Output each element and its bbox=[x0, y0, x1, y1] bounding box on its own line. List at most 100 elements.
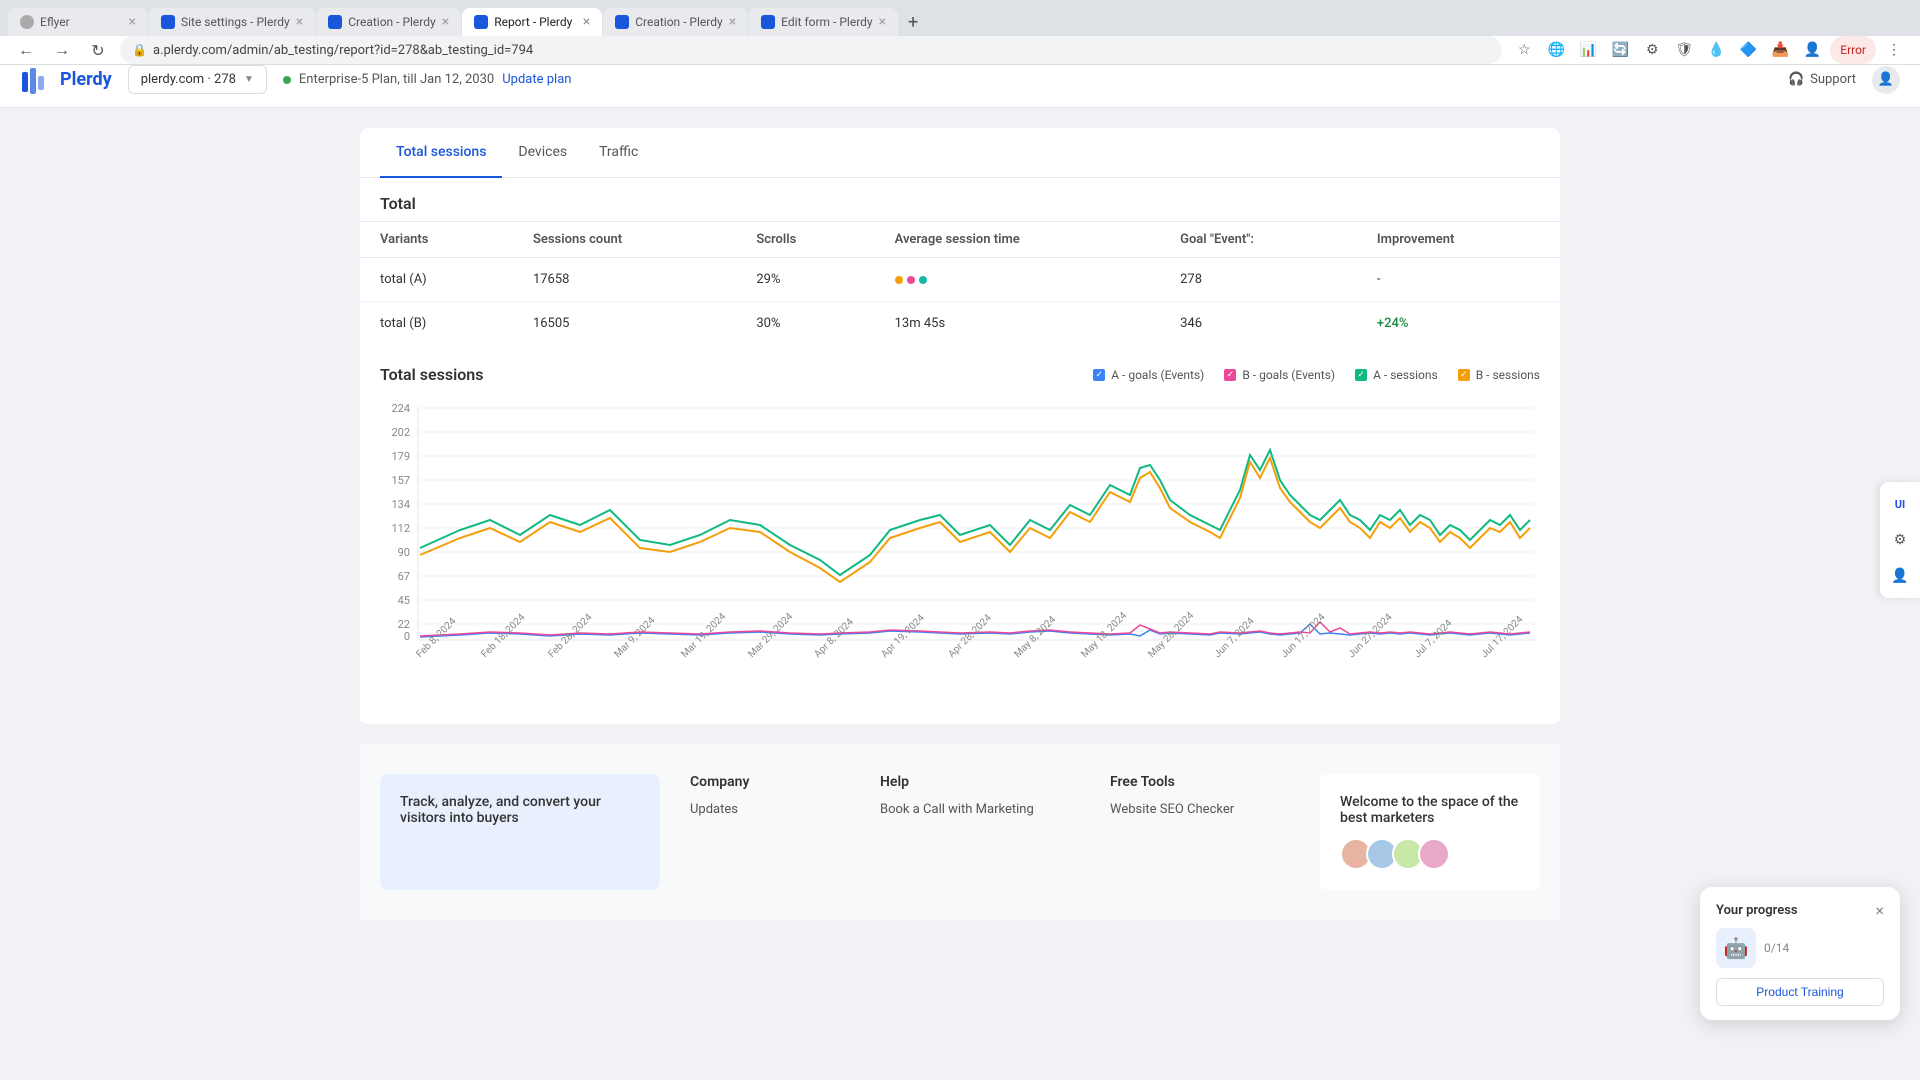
sidebar-tool-ui[interactable]: UI bbox=[1886, 490, 1914, 518]
tab-close-edit-form[interactable]: × bbox=[879, 14, 886, 30]
col-header-improvement: Improvement bbox=[1357, 222, 1560, 258]
support-button[interactable]: 🎧 Support bbox=[1788, 72, 1856, 87]
svg-text:67: 67 bbox=[398, 570, 410, 583]
tab-edit-form[interactable]: Edit form - Plerdy × bbox=[749, 8, 898, 36]
tab-creation-1[interactable]: Creation - Plerdy × bbox=[316, 8, 461, 36]
svg-text:Apr 8, 2024: Apr 8, 2024 bbox=[812, 616, 856, 660]
svg-text:Jun 7, 2024: Jun 7, 2024 bbox=[1212, 616, 1257, 661]
col-header-avg-time: Average session time bbox=[875, 222, 1160, 258]
chart-header: Total sessions ✓ A - goals (Events) ✓ B … bbox=[380, 365, 1540, 384]
scrolls-b: 30% bbox=[736, 302, 874, 346]
update-plan-link[interactable]: Update plan bbox=[502, 72, 571, 87]
extension-8[interactable]: 📥 bbox=[1766, 36, 1794, 64]
tab-close-site-settings[interactable]: × bbox=[296, 14, 303, 30]
tab-close-creation-2[interactable]: × bbox=[729, 14, 736, 30]
avatar-group bbox=[1340, 838, 1520, 870]
svg-text:157: 157 bbox=[391, 474, 410, 487]
tab-report[interactable]: Report - Plerdy × bbox=[462, 8, 602, 36]
user-profile-button[interactable]: 👤 bbox=[1798, 36, 1826, 64]
legend-a-goals: ✓ A - goals (Events) bbox=[1093, 368, 1204, 382]
tab-close-creation-1[interactable]: × bbox=[442, 14, 449, 30]
improvement-a: - bbox=[1357, 258, 1560, 302]
tab-favicon-site-settings bbox=[161, 15, 175, 29]
extension-5[interactable]: 🛡 bbox=[1670, 36, 1698, 64]
extension-2[interactable]: 📊 bbox=[1574, 36, 1602, 64]
tab-bar: Eflyer × Site settings - Plerdy × Creati… bbox=[0, 0, 1920, 36]
error-label: Error bbox=[1840, 43, 1866, 57]
svg-text:Mar 29, 2024: Mar 29, 2024 bbox=[746, 611, 795, 660]
support-icon: 🎧 bbox=[1788, 72, 1804, 87]
tab-close-eflyer[interactable]: × bbox=[129, 14, 136, 30]
user-icon: 👤 bbox=[1878, 72, 1894, 87]
svg-text:Jul 17, 2024: Jul 17, 2024 bbox=[1479, 614, 1525, 660]
bookmark-button[interactable]: ☆ bbox=[1510, 36, 1538, 64]
extension-3[interactable]: 🔄 bbox=[1606, 36, 1634, 64]
footer-link-seo[interactable]: Website SEO Checker bbox=[1110, 802, 1290, 817]
header-right: 🎧 Support 👤 bbox=[1788, 66, 1900, 94]
content-card: Total sessions Devices Traffic Total Var… bbox=[360, 128, 1560, 724]
progress-header: Your progress × bbox=[1716, 901, 1884, 920]
extension-1[interactable]: 🌐 bbox=[1542, 36, 1570, 64]
site-selector[interactable]: plerdy.com · 278 ▼ bbox=[128, 65, 267, 94]
progress-close-button[interactable]: × bbox=[1875, 901, 1884, 920]
extension-6[interactable]: 💧 bbox=[1702, 36, 1730, 64]
legend-b-goals-label: B - goals (Events) bbox=[1242, 368, 1335, 382]
address-bar[interactable]: 🔒 a.plerdy.com/admin/ab_testing/report?i… bbox=[120, 36, 1502, 64]
sidebar-tool-gear[interactable]: ⚙ bbox=[1886, 526, 1914, 554]
svg-text:Apr 28, 2024: Apr 28, 2024 bbox=[946, 612, 994, 660]
tab-site-settings[interactable]: Site settings - Plerdy × bbox=[149, 8, 315, 36]
footer-link-book-call[interactable]: Book a Call with Marketing bbox=[880, 802, 1080, 817]
tab-favicon-eflyer bbox=[20, 15, 34, 29]
tab-creation-2[interactable]: Creation - Plerdy × bbox=[603, 8, 748, 36]
tab-traffic[interactable]: Traffic bbox=[583, 128, 654, 178]
footer-welcome-card: Welcome to the space of the best markete… bbox=[1320, 774, 1540, 890]
dot-pink bbox=[907, 276, 915, 284]
improvement-b: +24% bbox=[1357, 302, 1560, 346]
footer-link-updates[interactable]: Updates bbox=[690, 802, 850, 817]
extension-4[interactable]: ⚙ bbox=[1638, 36, 1666, 64]
nav-actions: ☆ 🌐 📊 🔄 ⚙ 🛡 💧 🔷 📥 👤 Error ⋮ bbox=[1510, 36, 1908, 64]
footer-help-col: Help Book a Call with Marketing bbox=[880, 774, 1080, 890]
legend-a-sessions: ✓ A - sessions bbox=[1355, 368, 1438, 382]
chart-section: Total sessions ✓ A - goals (Events) ✓ B … bbox=[360, 345, 1560, 704]
progress-score: 🤖 0/14 bbox=[1716, 928, 1884, 968]
menu-button[interactable]: ⋮ bbox=[1880, 36, 1908, 64]
svg-text:Feb 18, 2024: Feb 18, 2024 bbox=[479, 612, 527, 660]
legend-b-goals: ✓ B - goals (Events) bbox=[1224, 368, 1335, 382]
product-training-button[interactable]: Product Training bbox=[1716, 978, 1884, 1006]
sessions-b: 16505 bbox=[513, 302, 736, 346]
svg-text:Mar 9, 2024: Mar 9, 2024 bbox=[612, 615, 657, 660]
tab-label-site-settings: Site settings - Plerdy bbox=[181, 15, 290, 29]
extension-7[interactable]: 🔷 bbox=[1734, 36, 1762, 64]
col-header-scrolls: Scrolls bbox=[736, 222, 874, 258]
tabs-container: Total sessions Devices Traffic bbox=[360, 128, 1560, 178]
tab-label-creation-2: Creation - Plerdy bbox=[635, 15, 723, 29]
progress-widget: Your progress × 🤖 0/14 Product Training bbox=[1700, 887, 1900, 1020]
footer-tagline-card: Track, analyze, and convert your visitor… bbox=[380, 774, 660, 890]
col-header-variants: Variants bbox=[360, 222, 513, 258]
tab-close-report[interactable]: × bbox=[583, 14, 590, 30]
forward-button[interactable]: → bbox=[48, 36, 76, 64]
progress-mascot-icon: 🤖 bbox=[1724, 936, 1749, 960]
progress-count: 0/14 bbox=[1764, 941, 1789, 955]
reload-button[interactable]: ↻ bbox=[84, 36, 112, 64]
back-button[interactable]: ← bbox=[12, 36, 40, 64]
variant-a: total (A) bbox=[360, 258, 513, 302]
svg-text:May 8, 2024: May 8, 2024 bbox=[1012, 614, 1058, 660]
sidebar-tool-user[interactable]: 👤 bbox=[1886, 562, 1914, 590]
logo[interactable]: Plerdy bbox=[20, 64, 112, 96]
tab-total-sessions[interactable]: Total sessions bbox=[380, 128, 502, 178]
legend-b-sessions-color: ✓ bbox=[1458, 369, 1470, 381]
chart-svg: 224 202 179 157 134 112 90 67 45 22 0 bbox=[380, 400, 1540, 680]
tab-eflyer[interactable]: Eflyer × bbox=[8, 8, 148, 36]
tab-label-creation-1: Creation - Plerdy bbox=[348, 15, 436, 29]
tab-favicon-edit-form bbox=[761, 15, 775, 29]
user-avatar[interactable]: 👤 bbox=[1872, 66, 1900, 94]
chart-legend: ✓ A - goals (Events) ✓ B - goals (Events… bbox=[1093, 368, 1540, 382]
new-tab-button[interactable]: + bbox=[899, 8, 927, 36]
variant-b: total (B) bbox=[360, 302, 513, 346]
avatar-4 bbox=[1418, 838, 1450, 870]
error-button[interactable]: Error bbox=[1830, 36, 1876, 64]
tab-devices[interactable]: Devices bbox=[502, 128, 583, 178]
legend-a-goals-label: A - goals (Events) bbox=[1111, 368, 1204, 382]
